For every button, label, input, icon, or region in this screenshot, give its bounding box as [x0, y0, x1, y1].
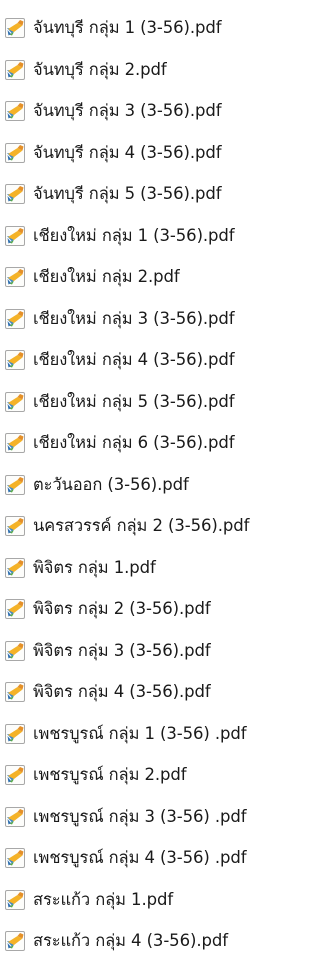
file-name: จันทบุรี กลุ่ม 1 (3-56).pdf	[33, 17, 222, 37]
file-item[interactable]: พิจิตร กลุ่ม 3 (3-56).pdf	[0, 631, 331, 671]
pdf-file-icon	[5, 806, 25, 827]
file-item[interactable]: นครสวรรค์ กลุ่ม 2 (3-56).pdf	[0, 506, 331, 546]
file-item[interactable]: พิจิตร กลุ่ม 2 (3-56).pdf	[0, 589, 331, 629]
file-name: เพชรบูรณ์ กลุ่ม 4 (3-56) .pdf	[33, 847, 247, 867]
file-name: เพชรบูรณ์ กลุ่ม 3 (3-56) .pdf	[33, 806, 247, 826]
file-item[interactable]: พิจิตร กลุ่ม 4 (3-56).pdf	[0, 672, 331, 712]
file-name: พิจิตร กลุ่ม 2 (3-56).pdf	[33, 598, 211, 618]
file-item[interactable]: จันทบุรี กลุ่ม 3 (3-56).pdf	[0, 91, 331, 131]
file-name: เชียงใหม่ กลุ่ม 6 (3-56).pdf	[33, 432, 235, 452]
file-name: จันทบุรี กลุ่ม 4 (3-56).pdf	[33, 142, 222, 162]
pdf-file-icon	[5, 599, 25, 619]
file-name: จันทบุรี กลุ่ม 2.pdf	[33, 59, 167, 79]
pdf-file-icon	[5, 765, 25, 785]
file-item[interactable]: พิจิตร กลุ่ม 1.pdf	[0, 548, 331, 588]
file-name: เพชรบูรณ์ กลุ่ม 2.pdf	[33, 764, 187, 784]
pdf-file-icon	[5, 848, 25, 868]
file-name: เพชรบูรณ์ กลุ่ม 1 (3-56) .pdf	[33, 723, 247, 743]
file-name: ตะวันออก (3-56).pdf	[33, 474, 189, 494]
pdf-file-icon	[5, 267, 25, 287]
file-name: จันทบุรี กลุ่ม 3 (3-56).pdf	[33, 100, 222, 120]
file-item[interactable]: เชียงใหม่ กลุ่ม 3 (3-56).pdf	[0, 299, 331, 339]
file-item[interactable]: เชียงใหม่ กลุ่ม 2.pdf	[0, 257, 331, 297]
pdf-file-icon	[5, 889, 25, 910]
pdf-file-icon	[5, 557, 25, 578]
pdf-file-icon	[5, 184, 25, 204]
pdf-file-icon	[5, 391, 25, 412]
file-name: พิจิตร กลุ่ม 1.pdf	[33, 557, 156, 577]
pdf-file-icon	[5, 433, 25, 453]
pdf-file-icon	[5, 18, 25, 38]
pdf-file-icon	[5, 142, 25, 163]
file-item[interactable]: เพชรบูรณ์ กลุ่ม 4 (3-56) .pdf	[0, 838, 331, 878]
file-item[interactable]: จันทบุรี กลุ่ม 5 (3-56).pdf	[0, 174, 331, 214]
pdf-file-icon	[5, 101, 25, 121]
pdf-file-icon	[5, 350, 25, 370]
file-name: นครสวรรค์ กลุ่ม 2 (3-56).pdf	[33, 515, 250, 535]
pdf-file-icon	[5, 723, 25, 744]
pdf-file-icon	[5, 59, 25, 80]
file-item[interactable]: สระแก้ว กลุ่ม 1.pdf	[0, 880, 331, 920]
file-item[interactable]: จันทบุรี กลุ่ม 2.pdf	[0, 50, 331, 90]
file-item[interactable]: เชียงใหม่ กลุ่ม 6 (3-56).pdf	[0, 423, 331, 463]
pdf-file-icon	[5, 682, 25, 702]
file-item[interactable]: เชียงใหม่ กลุ่ม 1 (3-56).pdf	[0, 216, 331, 256]
file-name: สระแก้ว กลุ่ม 4 (3-56).pdf	[33, 930, 228, 950]
pdf-file-icon	[5, 931, 25, 951]
pdf-file-icon	[5, 640, 25, 661]
file-name: เชียงใหม่ กลุ่ม 3 (3-56).pdf	[33, 308, 235, 328]
file-item[interactable]: เพชรบูรณ์ กลุ่ม 2.pdf	[0, 755, 331, 795]
file-name: เชียงใหม่ กลุ่ม 5 (3-56).pdf	[33, 391, 235, 411]
file-name: พิจิตร กลุ่ม 3 (3-56).pdf	[33, 640, 211, 660]
file-name: พิจิตร กลุ่ม 4 (3-56).pdf	[33, 681, 211, 701]
file-name: เชียงใหม่ กลุ่ม 2.pdf	[33, 266, 180, 286]
file-item[interactable]: เพชรบูรณ์ กลุ่ม 1 (3-56) .pdf	[0, 714, 331, 754]
file-item[interactable]: จันทบุรี กลุ่ม 1 (3-56).pdf	[0, 8, 331, 48]
file-name: สระแก้ว กลุ่ม 1.pdf	[33, 889, 174, 909]
file-item[interactable]: ตะวันออก (3-56).pdf	[0, 465, 331, 505]
file-name: เชียงใหม่ กลุ่ม 1 (3-56).pdf	[33, 225, 235, 245]
file-name: เชียงใหม่ กลุ่ม 4 (3-56).pdf	[33, 349, 235, 369]
file-item[interactable]: เชียงใหม่ กลุ่ม 4 (3-56).pdf	[0, 340, 331, 380]
file-item[interactable]: สระแก้ว กลุ่ม 4 (3-56).pdf	[0, 921, 331, 961]
pdf-file-icon	[5, 474, 25, 495]
file-item[interactable]: เพชรบูรณ์ กลุ่ม 3 (3-56) .pdf	[0, 797, 331, 837]
pdf-file-icon	[5, 516, 25, 536]
pdf-file-icon	[5, 225, 25, 246]
file-item[interactable]: เชียงใหม่ กลุ่ม 5 (3-56).pdf	[0, 382, 331, 422]
file-item[interactable]: จันทบุรี กลุ่ม 4 (3-56).pdf	[0, 133, 331, 173]
pdf-file-icon	[5, 308, 25, 329]
file-name: จันทบุรี กลุ่ม 5 (3-56).pdf	[33, 183, 222, 203]
